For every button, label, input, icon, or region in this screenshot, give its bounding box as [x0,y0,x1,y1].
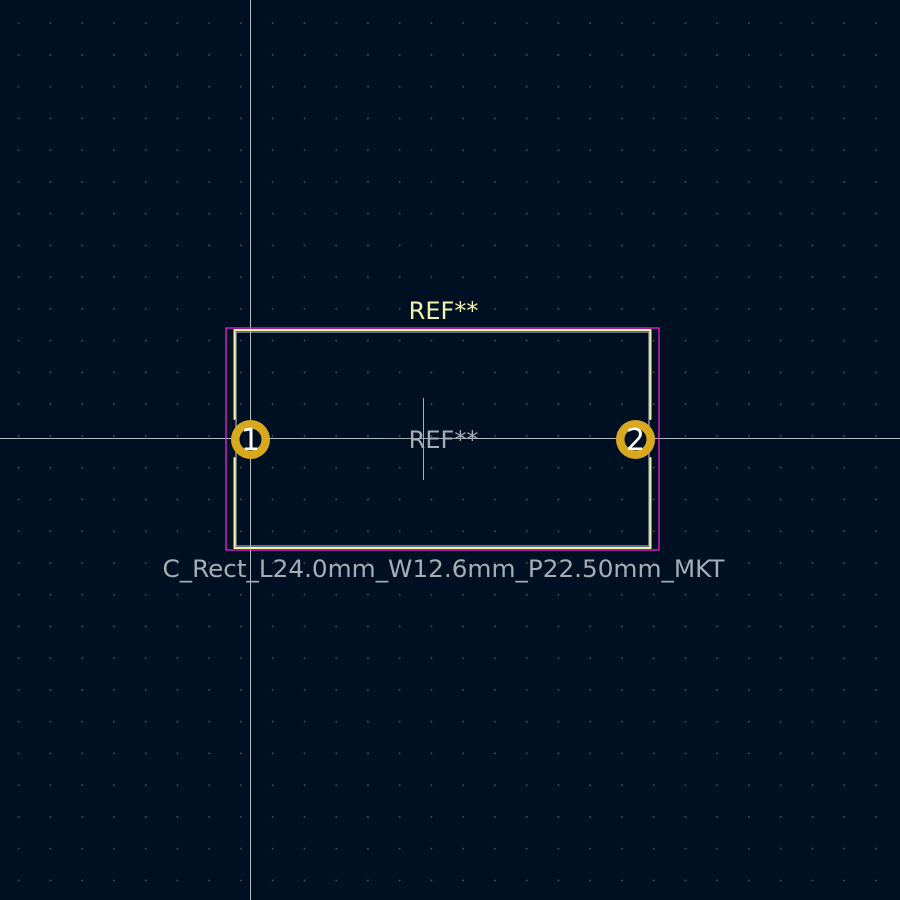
pcb-canvas[interactable]: 1 2 REF** REF** C_Rect_L24.0mm_W12.6mm_P… [0,0,900,900]
reference-fab-text[interactable]: REF** [409,426,479,454]
value-text[interactable]: C_Rect_L24.0mm_W12.6mm_P22.50mm_MKT [163,555,725,583]
pad-1[interactable]: 1 [231,420,270,459]
reference-silkscreen-text[interactable]: REF** [409,297,479,325]
pad-number: 2 [626,423,645,458]
footprint-view: 1 2 REF** REF** C_Rect_L24.0mm_W12.6mm_P… [0,0,900,900]
pad-number: 1 [241,423,260,458]
pad-2[interactable]: 2 [616,420,655,459]
